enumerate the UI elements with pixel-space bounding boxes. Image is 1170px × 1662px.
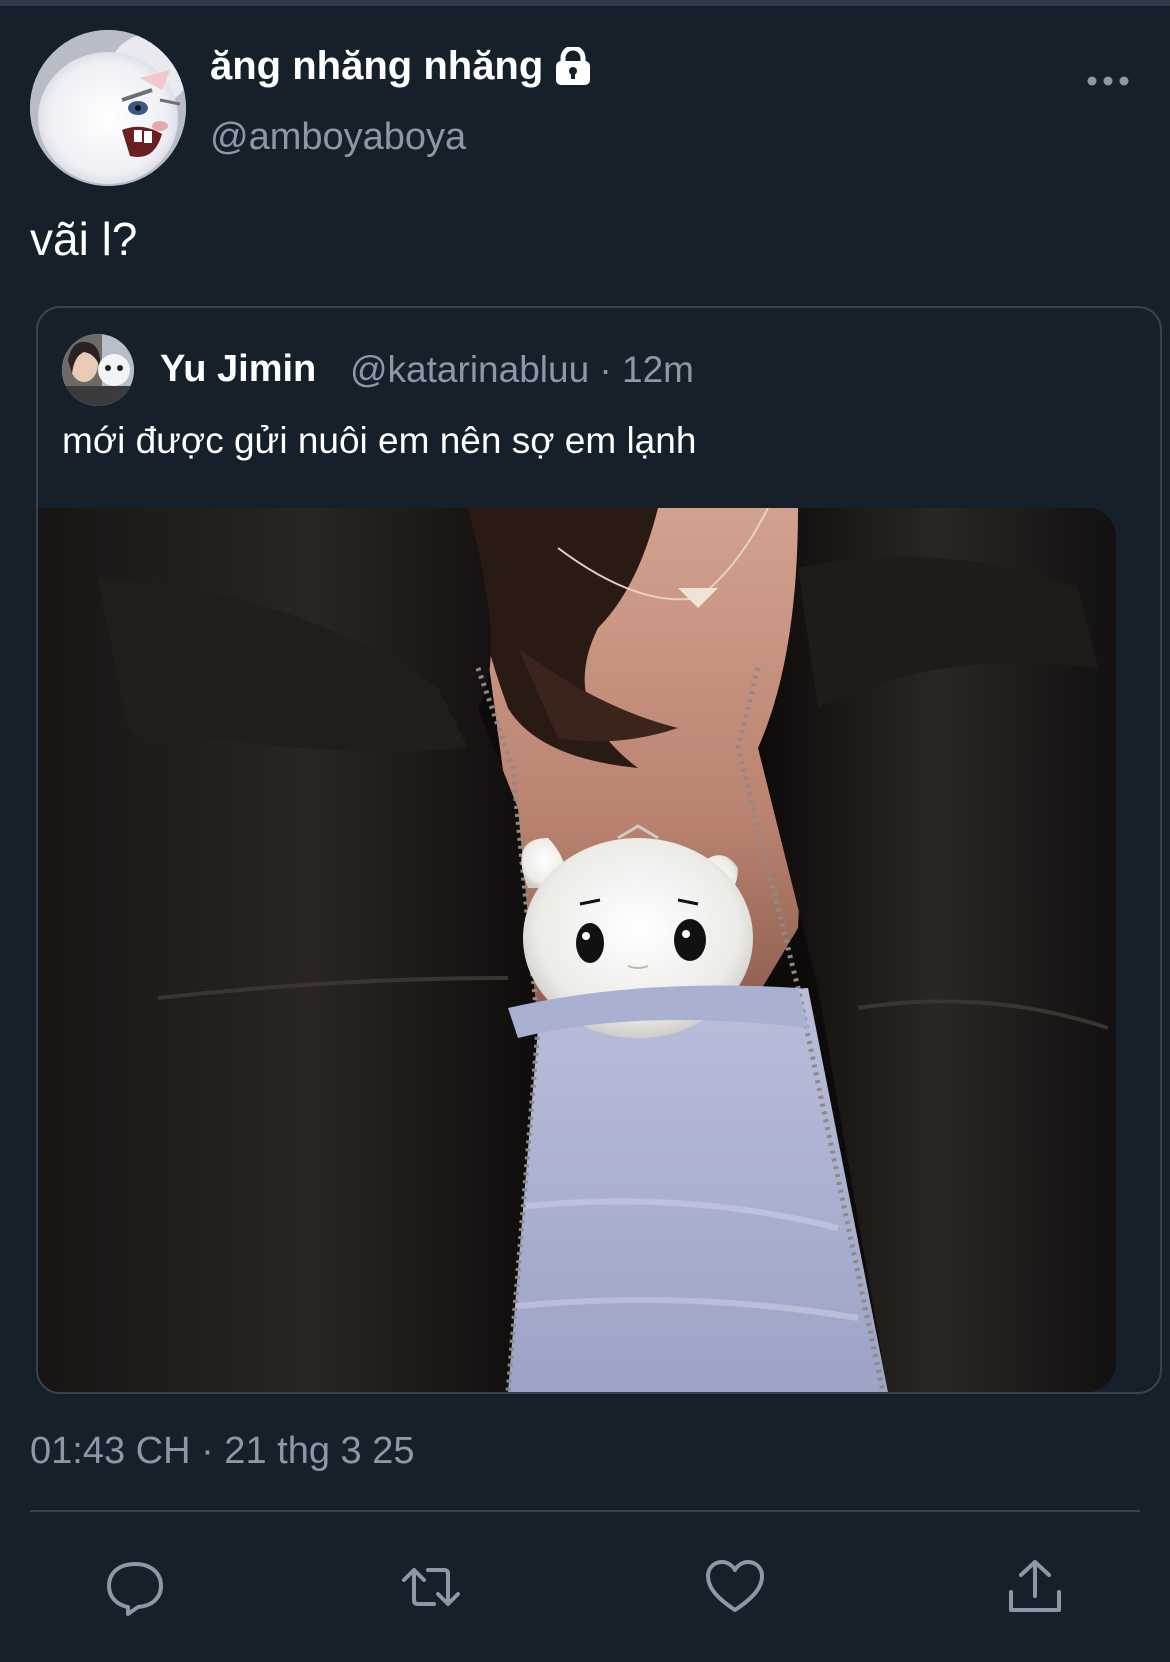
share-button[interactable] (1004, 1556, 1066, 1618)
photo-jacket-plush (38, 508, 1116, 1392)
author-avatar[interactable] (30, 30, 186, 186)
retweet-icon (402, 1568, 460, 1606)
lock-icon (553, 45, 593, 87)
retweet-button[interactable] (400, 1556, 462, 1618)
quoted-tweet[interactable]: Yu Jimin @katarinabluu · 12m mới được gử… (36, 306, 1162, 1394)
author-handle[interactable]: @amboyaboya (210, 116, 466, 159)
quote-avatar-image (62, 334, 134, 406)
quote-author-avatar[interactable] (62, 334, 134, 406)
reply-button[interactable] (104, 1556, 166, 1618)
actions-divider (30, 1510, 1140, 1512)
tweet: ăng nhăng nhăng @amboyaboya vãi l? Yu Ji… (0, 0, 1170, 1662)
like-button[interactable] (704, 1556, 766, 1618)
quote-author-handle-time: @katarinabluu · 12m (350, 349, 695, 390)
tweet-text: vãi l? (30, 213, 138, 265)
bunny-avatar-image (30, 30, 186, 186)
quote-author-name: Yu Jimin (160, 348, 317, 390)
more-dots-icon[interactable] (1085, 66, 1131, 96)
quote-photo[interactable] (38, 508, 1116, 1392)
share-icon (1009, 1560, 1061, 1612)
author-display-name[interactable]: ăng nhăng nhăng (210, 44, 593, 89)
heart-icon (706, 1560, 764, 1612)
author-name-text: ăng nhăng nhăng (210, 44, 544, 88)
reply-icon (107, 1562, 163, 1616)
quote-text: mới được gửi nuôi em nên sợ em lạnh (62, 420, 697, 461)
tweet-timestamp[interactable]: 01:43 CH · 21 thg 3 25 (30, 1430, 414, 1473)
